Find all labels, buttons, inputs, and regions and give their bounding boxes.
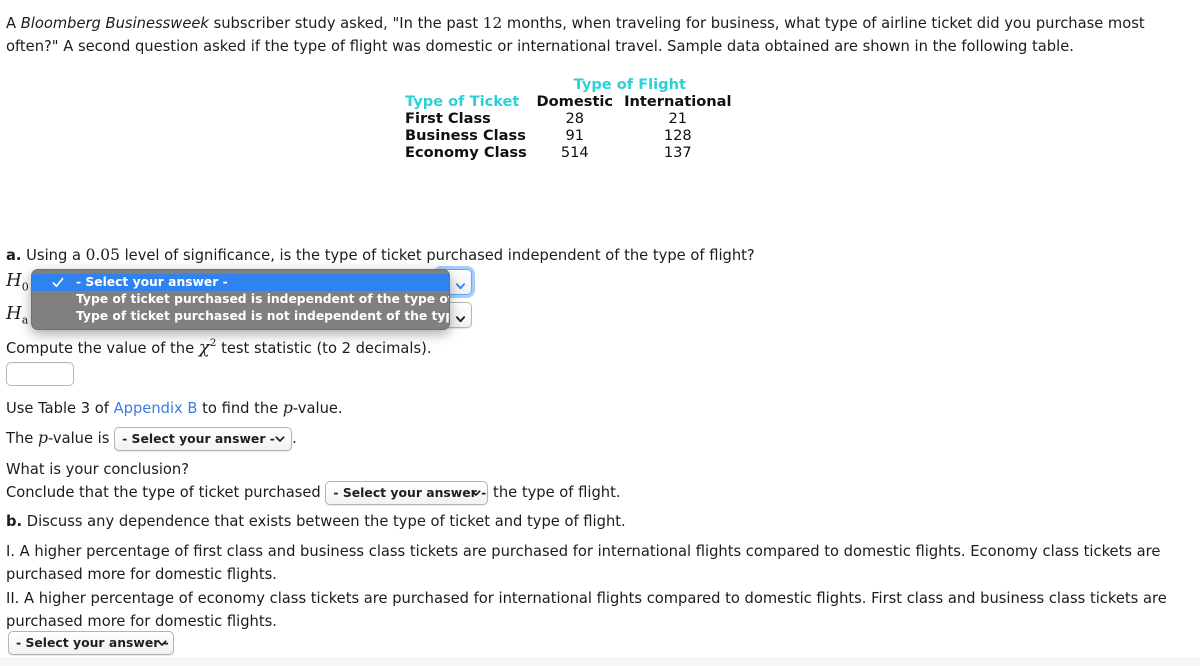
part-a-marker: a. xyxy=(6,247,22,264)
chi-square-instruction: Compute the value of the χ2 test statist… xyxy=(6,333,432,359)
row-label-economy-class: Economy Class xyxy=(405,144,527,161)
p-value-select[interactable]: - Select your answer - xyxy=(114,427,293,451)
flight-group-header: Type of Flight xyxy=(573,76,686,93)
p-value-table-instruction: Use Table 3 of Appendix B to find the p-… xyxy=(6,398,343,419)
conclusion-select-label: - Select your answer - xyxy=(333,485,487,500)
table-row: First Class 28 21 xyxy=(405,110,733,127)
statement-ii: II. A higher percentage of economy class… xyxy=(6,590,1167,630)
contingency-table: Type of Flight Type of Ticket Domestic I… xyxy=(405,76,733,161)
row-label-first-class: First Class xyxy=(405,110,491,127)
p-value-prefix: The xyxy=(6,430,38,447)
p-italic-symbol: p xyxy=(38,429,48,447)
part-a-text-after: level of significance, is the type of ti… xyxy=(119,247,755,264)
chi-square-symbol: χ2 xyxy=(198,337,217,358)
conclusion-select[interactable]: - Select your answer - xyxy=(325,481,489,505)
null-hypothesis-row: H0 xyxy=(6,270,29,298)
dropdown-option-label: Type of ticket purchased is not independ… xyxy=(76,309,449,323)
cell-first-class-international: 21 xyxy=(668,110,688,127)
ticket-column-header: Type of Ticket xyxy=(405,93,520,110)
check-icon xyxy=(52,274,65,291)
dropdown-option-label: - Select your answer - xyxy=(76,275,228,289)
table-row: Business Class 91 128 xyxy=(405,127,733,144)
table-header-row: Type of Ticket Domestic International xyxy=(405,93,733,110)
dropdown-option-not-independent[interactable]: Type of ticket purchased is not independ… xyxy=(32,308,449,325)
table-row: Economy Class 514 137 xyxy=(405,144,733,161)
part-b-text: Discuss any dependence that exists betwe… xyxy=(22,513,626,530)
part-b-question: b. Discuss any dependence that exists be… xyxy=(6,511,626,532)
open-dropdown-list[interactable]: - Select your answer - Type of ticket pu… xyxy=(31,269,450,330)
p-value-text-before: Use Table 3 of xyxy=(6,400,114,417)
p-italic-symbol: p xyxy=(282,399,293,417)
chevron-down-icon xyxy=(471,488,481,498)
cell-business-class-domestic: 91 xyxy=(565,127,585,144)
chi-square-input[interactable] xyxy=(6,362,74,386)
part-a-question: a. Using a 0.05 level of significance, i… xyxy=(6,245,755,266)
p-value-prefix-2: -value is xyxy=(47,430,115,447)
part-b-answer-row: - Select your answer - xyxy=(8,631,174,655)
part-b-select-label: - Select your answer - xyxy=(16,635,169,650)
cell-first-class-domestic: 28 xyxy=(565,110,585,127)
part-a-text-before: Using a xyxy=(21,247,86,264)
significance-level-value: 0.05 xyxy=(85,246,120,264)
intro-text-2: subscriber study asked, "In the past xyxy=(208,15,483,32)
table-header-row-top: Type of Flight xyxy=(405,76,733,93)
dropdown-option-independent[interactable]: Type of ticket purchased is independent … xyxy=(32,291,449,308)
p-value-text-end: -value. xyxy=(292,400,343,417)
dropdown-option-selected[interactable]: - Select your answer - xyxy=(32,274,449,291)
intro-months-value: 12 xyxy=(482,14,503,32)
column-header-domestic: Domestic xyxy=(536,93,614,110)
part-b-marker: b. xyxy=(6,513,23,530)
conclusion-prefix: Conclude that the type of ticket purchas… xyxy=(6,484,326,501)
p-value-suffix: . xyxy=(292,430,297,447)
publication-name: Bloomberg Businessweek xyxy=(20,15,209,32)
p-value-answer-row: The p-value is - Select your answer -. xyxy=(6,427,297,451)
chi-square-text-before: Compute the value of the xyxy=(6,340,199,357)
null-hypothesis-label: H0 xyxy=(6,270,29,294)
chi-square-text-after: test statistic (to 2 decimals). xyxy=(216,340,432,357)
chevron-down-icon xyxy=(157,638,167,648)
dropdown-option-label: Type of ticket purchased is independent … xyxy=(76,292,449,306)
table-corner-spacer xyxy=(405,76,527,93)
intro-text-1: A xyxy=(6,15,21,32)
conclusion-suffix: the type of flight. xyxy=(488,484,621,501)
cell-economy-class-international: 137 xyxy=(663,144,692,161)
cell-economy-class-domestic: 514 xyxy=(560,144,589,161)
data-table: Type of Flight Type of Ticket Domestic I… xyxy=(405,76,733,161)
chevron-down-icon xyxy=(455,310,466,323)
chevron-down-icon xyxy=(455,277,466,290)
appendix-b-link[interactable]: Appendix B xyxy=(114,400,198,417)
chevron-down-icon xyxy=(275,434,285,444)
statement-i: I. A higher percentage of first class an… xyxy=(6,543,1161,583)
alternative-hypothesis-row: Ha xyxy=(6,303,28,331)
cell-business-class-international: 128 xyxy=(663,127,692,144)
intro-paragraph: A Bloomberg Businessweek subscriber stud… xyxy=(6,12,1188,58)
conclusion-question: What is your conclusion? xyxy=(6,461,190,478)
conclusion-answer-row: Conclude that the type of ticket purchas… xyxy=(6,481,621,505)
row-label-business-class: Business Class xyxy=(405,127,526,144)
question-page: A Bloomberg Businessweek subscriber stud… xyxy=(0,0,1200,666)
p-value-select-label: - Select your answer - xyxy=(122,431,275,446)
part-b-select[interactable]: - Select your answer - xyxy=(8,631,174,655)
alternative-hypothesis-label: Ha xyxy=(6,303,29,327)
bottom-strip xyxy=(0,658,1200,666)
p-value-text-mid: to find the xyxy=(197,400,283,417)
column-header-international: International xyxy=(624,93,732,110)
